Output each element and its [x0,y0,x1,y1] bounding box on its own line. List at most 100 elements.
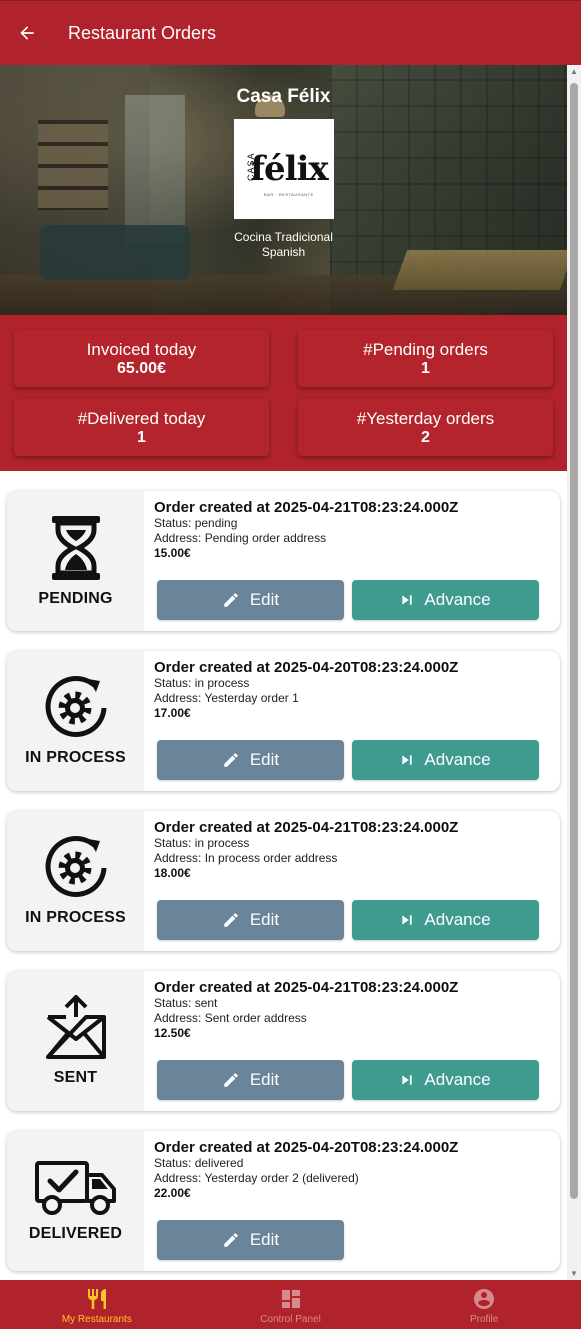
order-list: PENDING Order created at 2025-04-21T08:2… [0,471,567,1271]
order-status-panel: DELIVERED [7,1131,144,1271]
edit-button-label: Edit [249,1230,280,1249]
order-card[interactable]: PENDING Order created at 2025-04-21T08:2… [7,491,560,631]
advance-button-label: Advance [424,1070,491,1089]
advance-button-label: Advance [424,910,491,929]
order-status: Status: pending [154,516,238,530]
gear-process-icon [45,836,106,897]
stat-label: #Delivered today [77,409,206,428]
stat-value: 65.00€ [117,360,166,377]
nav-profile[interactable]: Profile [387,1280,581,1329]
order-details: Order created at 2025-04-20T08:23:24.000… [144,651,560,791]
skip-next-icon [402,1075,413,1085]
pencil-icon [224,753,238,767]
order-details: Order created at 2025-04-21T08:23:24.000… [144,491,560,631]
edit-button[interactable]: Edit [157,900,344,940]
edit-button[interactable]: Edit [157,580,344,620]
dashboard-icon [281,1290,300,1308]
truck-check-icon [34,1161,116,1215]
order-address: Address: Pending order address [154,531,327,545]
order-address: Address: Sent order address [154,1011,307,1025]
advance-button-label: Advance [424,590,491,609]
skip-next-icon [402,915,413,925]
restaurant-cuisine: Cocina Tradicional [234,230,333,244]
scrollbar-thumb[interactable] [570,83,578,1199]
order-actions: Edit Advance [157,580,539,620]
order-price: 15.00€ [154,546,191,560]
advance-button[interactable]: Advance [352,900,539,940]
app-bar: Restaurant Orders [0,0,581,65]
order-price: 17.00€ [154,706,191,720]
order-status: Status: delivered [154,1156,244,1170]
account-circle-icon [474,1289,495,1309]
logo-casa-text: CASA [246,152,256,181]
logo-text: félix [250,149,328,189]
order-actions: Edit Advance [157,1060,539,1100]
advance-button-label: Advance [424,750,491,769]
nav-label: My Restaurants [61,1314,132,1325]
stats-panel: Invoiced today 65.00€ #Pending orders 1 … [0,315,567,471]
skip-next-icon [402,595,413,605]
stat-label: Invoiced today [86,340,197,359]
edit-button-label: Edit [249,590,280,609]
order-title: Order created at 2025-04-21T08:23:24.000… [154,499,459,516]
order-state-label: IN PROCESS [25,749,126,766]
restaurant-name: Casa Félix [236,86,331,107]
order-status: Status: in process [154,676,250,690]
gear-process-icon [45,676,106,737]
order-actions: Edit [157,1220,344,1260]
restaurant-logo: CASA félix BAR · RESTAURANTE [234,119,334,219]
advance-button[interactable]: Advance [352,580,539,620]
order-status: Status: in process [154,836,250,850]
stat-pending-orders: #Pending orders 1 [298,330,553,387]
order-details: Order created at 2025-04-21T08:23:24.000… [144,971,560,1111]
order-address: Address: Yesterday order 1 [154,691,299,705]
order-card[interactable]: DELIVERED Order created at 2025-04-20T08… [7,1131,560,1271]
order-title: Order created at 2025-04-21T08:23:24.000… [154,979,459,996]
edit-button[interactable]: Edit [157,740,344,780]
order-status-panel: SENT [7,971,144,1111]
pencil-icon [224,1073,238,1087]
order-state-label: SENT [53,1069,98,1086]
order-state-label: DELIVERED [28,1225,123,1242]
edit-button-label: Edit [249,750,280,769]
edit-button-label: Edit [249,1070,280,1089]
order-price: 22.00€ [154,1186,191,1200]
scrollbar[interactable]: ▲ ▼ [567,65,581,1280]
order-status-panel: IN PROCESS [7,651,144,791]
nav-label: Control Panel [260,1314,321,1325]
pencil-icon [224,913,238,927]
scroll-down-arrow-icon[interactable]: ▼ [570,1269,578,1278]
order-price: 12.50€ [154,1026,191,1040]
stat-invoiced-today: Invoiced today 65.00€ [14,330,269,387]
nav-my-restaurants[interactable]: My Restaurants [0,1280,194,1329]
edit-button[interactable]: Edit [157,1060,344,1100]
edit-button[interactable]: Edit [157,1220,344,1260]
scroll-content[interactable]: Casa Félix CASA félix BAR · RESTAURANTE … [0,65,567,1280]
order-address: Address: Yesterday order 2 (delivered) [154,1171,359,1185]
advance-button[interactable]: Advance [352,1060,539,1100]
order-title: Order created at 2025-04-20T08:23:24.000… [154,1139,459,1156]
stat-value: 1 [421,360,430,377]
stat-value: 1 [137,429,146,446]
page-title: Restaurant Orders [68,22,217,43]
order-title: Order created at 2025-04-21T08:23:24.000… [154,819,459,836]
advance-button[interactable]: Advance [352,740,539,780]
nav-label: Profile [470,1314,499,1325]
pencil-icon [224,1233,238,1247]
edit-button-label: Edit [249,910,280,929]
nav-control-panel[interactable]: Control Panel [194,1280,388,1329]
restaurant-category: Spanish [261,245,306,259]
order-address: Address: In process order address [154,851,338,865]
restaurant-description: Cocina Tradicional Spanish [0,230,567,260]
order-card[interactable]: IN PROCESS Order created at 2025-04-20T0… [7,651,560,791]
stat-value: 2 [421,429,430,446]
back-button[interactable] [0,1,54,66]
order-card[interactable]: IN PROCESS Order created at 2025-04-21T0… [7,811,560,951]
fork-knife-icon [87,1289,106,1309]
order-card[interactable]: SENT Order created at 2025-04-21T08:23:2… [7,971,560,1111]
order-details: Order created at 2025-04-21T08:23:24.000… [144,811,560,951]
logo-subtitle: BAR · RESTAURANTE [264,192,314,197]
order-state-label: IN PROCESS [25,909,126,926]
order-title: Order created at 2025-04-20T08:23:24.000… [154,659,459,676]
scroll-up-arrow-icon[interactable]: ▲ [570,67,578,76]
